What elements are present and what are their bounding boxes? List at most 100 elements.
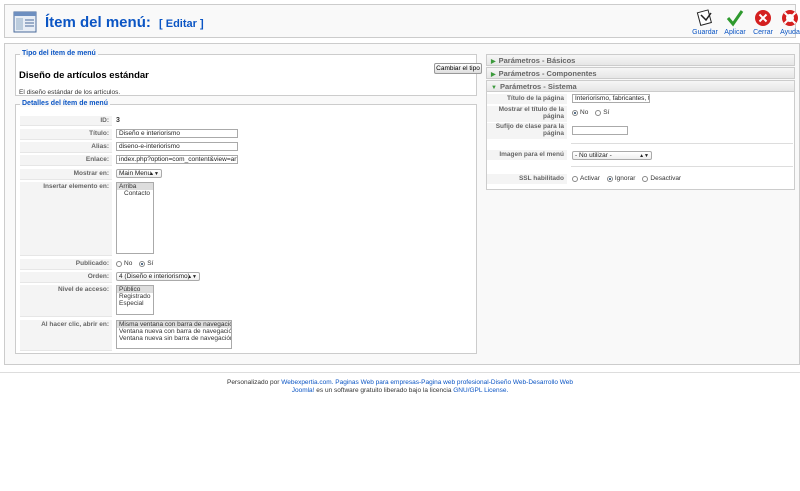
- page-title: Ítem del menú: [ Editar ]: [45, 14, 204, 31]
- footer-middle: es un software gratuito liberado bajo la…: [316, 387, 452, 394]
- close-label: Cerrar: [753, 29, 773, 36]
- published-yes-radio[interactable]: [139, 260, 146, 267]
- checkmark-icon: [726, 10, 744, 27]
- click-option[interactable]: Ventana nueva con barra de navegación: [117, 328, 231, 335]
- page-title-text: Ítem del menú:: [45, 14, 151, 31]
- alias-input[interactable]: diseno-e-interiorismo: [116, 142, 238, 151]
- details-legend: Detalles del ítem de menú: [20, 100, 110, 107]
- triangle-right-icon: ▶: [491, 59, 496, 65]
- main-panel: Tipo del item de menú Diseño de artículo…: [4, 43, 800, 365]
- menu-row: Mostrar en: Main Menu ▲▼: [20, 169, 474, 180]
- access-option[interactable]: Especial: [117, 300, 153, 307]
- params-system-label: Parámetros - Sistema: [499, 82, 577, 91]
- click-option[interactable]: Misma ventana con barra de navegación: [117, 321, 231, 328]
- show-title-no-label: No: [580, 109, 589, 116]
- save-icon: [696, 9, 712, 26]
- published-yes-label: Sí: [147, 260, 154, 267]
- show-title-radios: No Sí: [572, 109, 614, 116]
- show-title-yes-label: Sí: [603, 109, 610, 116]
- order-row: Orden: 4 (Diseño e interiorismo) ▲▼: [20, 272, 474, 283]
- params-divider: [571, 143, 793, 144]
- parent-label: Insertar elemento en:: [20, 182, 112, 256]
- header-bar: Ítem del menú: [ Editar ] Guardar Aplica…: [4, 4, 800, 38]
- type-legend: Tipo del item de menú: [20, 50, 98, 57]
- menu-item-type-section: Tipo del item de menú Diseño de artículo…: [15, 50, 482, 96]
- edit-indicator: [ Editar ]: [159, 18, 204, 30]
- params-basic-toggle[interactable]: ▶ Parámetros - Básicos: [486, 54, 795, 66]
- access-label: Nivel de acceso:: [20, 285, 112, 317]
- ssl-on-radio[interactable]: [572, 175, 578, 182]
- link-label: Enlace:: [20, 155, 112, 166]
- parameters-panel: ▶ Parámetros - Básicos ▶ Parámetros - Comp…: [486, 54, 795, 190]
- save-button[interactable]: Guardar: [688, 9, 722, 36]
- type-description: El diseño estándar de los artículos.: [19, 89, 121, 96]
- published-no-label: No: [124, 260, 133, 267]
- footer-prefix: Personalizado por: [226, 379, 280, 386]
- show-title-no-radio[interactable]: [572, 109, 578, 116]
- title-label: Título:: [20, 129, 112, 140]
- apply-label: Aplicar: [724, 29, 746, 36]
- link-input[interactable]: index.php?option=com_content&view=artic: [116, 155, 238, 164]
- page-title-param-label: Título de la página: [487, 94, 567, 104]
- select-arrows-icon: ▲▼: [149, 171, 159, 177]
- ssl-off-label: Desactivar: [650, 175, 682, 182]
- title-input[interactable]: Diseño e interiorismo: [116, 129, 238, 138]
- ssl-ignore-radio[interactable]: [606, 175, 613, 182]
- ssl-off-radio[interactable]: [642, 175, 649, 182]
- order-label: Orden:: [20, 272, 112, 283]
- access-listbox[interactable]: Público Registrado Especial: [116, 285, 154, 315]
- change-type-button[interactable]: Cambiar el tipo: [434, 63, 482, 74]
- menu-image-param-label: Imagen para el menú: [487, 150, 567, 160]
- parent-option[interactable]: Arriba: [117, 183, 153, 190]
- published-no-radio[interactable]: [116, 260, 122, 267]
- parent-option[interactable]: Contacto: [117, 190, 153, 197]
- order-select[interactable]: 4 (Diseño e interiorismo) ▲▼: [116, 272, 200, 281]
- save-label: Guardar: [692, 29, 718, 36]
- parent-listbox[interactable]: Arriba Contacto: [116, 182, 154, 254]
- footer-link-license[interactable]: GNU/GPL License.: [453, 387, 508, 394]
- menu-image-param-select[interactable]: - No utilizar - ▲▼: [572, 151, 652, 160]
- click-label: Al hacer clic, abrir en:: [20, 320, 112, 351]
- help-button[interactable]: Ayuda: [773, 9, 800, 36]
- params-basic-label: Parámetros - Básicos: [498, 56, 576, 65]
- menu-item-icon: [13, 11, 37, 33]
- menu-image-select-value: - No utilizar -: [575, 152, 612, 159]
- access-option[interactable]: Registrado: [117, 293, 153, 300]
- order-select-value: 4 (Diseño e interiorismo): [119, 273, 190, 280]
- show-title-yes-radio[interactable]: [595, 109, 602, 116]
- class-suffix-param-input[interactable]: [572, 126, 628, 135]
- params-divider: [571, 166, 793, 167]
- menu-select[interactable]: Main Menu ▲▼: [116, 169, 162, 178]
- menu-item-details-section: Detalles del ítem de menú ID: 3 Título: …: [15, 100, 477, 354]
- ssl-on-label: Activar: [580, 175, 600, 182]
- footer-divider: [0, 372, 800, 373]
- lifebuoy-icon: [782, 10, 798, 26]
- alias-label: Alias:: [20, 142, 112, 153]
- close-icon: [755, 10, 771, 26]
- published-label: Publicado:: [20, 259, 112, 270]
- class-suffix-param-label: Sufijo de clase para la página: [487, 123, 567, 139]
- menu-select-value: Main Menu: [119, 170, 152, 177]
- id-label: ID:: [20, 116, 112, 126]
- ssl-radios: Activar Ignorar Desactivar: [572, 175, 686, 182]
- help-label: Ayuda: [780, 29, 800, 36]
- footer: Personalizado por Webexpertia.com. Pagin…: [0, 379, 800, 395]
- select-arrows-icon: ▲▼: [639, 153, 649, 159]
- show-title-param-label: Mostrar el título de la página: [487, 106, 567, 122]
- id-value: 3: [116, 117, 120, 124]
- params-components-label: Parámetros - Componentes: [498, 69, 597, 78]
- click-option[interactable]: Ventana nueva sin barra de navegación: [117, 335, 231, 342]
- type-title: Diseño de artículos estándar: [19, 70, 149, 81]
- click-listbox[interactable]: Misma ventana con barra de navegación Ve…: [116, 320, 232, 349]
- ssl-ignore-label: Ignorar: [614, 175, 636, 182]
- access-option[interactable]: Público: [117, 286, 153, 293]
- footer-link-webexpertia[interactable]: Webexpertia.com. Paginas Web para empres…: [281, 379, 573, 386]
- footer-link-joomla[interactable]: Joomla!: [292, 387, 315, 394]
- triangle-down-icon: ▼: [491, 85, 497, 91]
- page-title-param-input[interactable]: Interiorismo, fabricantes, tap: [572, 94, 650, 103]
- ssl-param-label: SSL habilitado: [487, 174, 567, 184]
- select-arrows-icon: ▲▼: [187, 274, 197, 280]
- params-components-toggle[interactable]: ▶ Parámetros - Componentes: [486, 67, 795, 79]
- params-system-toggle[interactable]: ▼ Parámetros - Sistema: [486, 80, 795, 92]
- params-system-body: Título de la página Interiorismo, fabric…: [486, 92, 795, 190]
